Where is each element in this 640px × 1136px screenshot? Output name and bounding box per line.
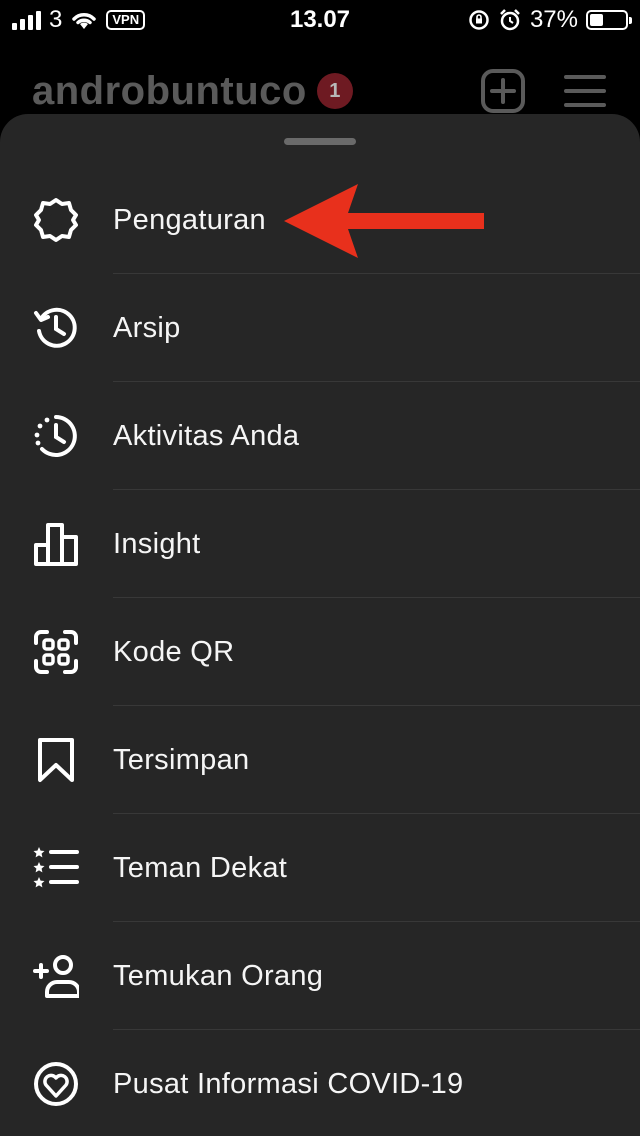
create-post-button[interactable] — [480, 68, 526, 114]
alarm-icon — [500, 9, 520, 31]
annotation-arrow — [284, 184, 484, 258]
menu-item-label: Pusat Informasi COVID-19 — [113, 1067, 464, 1100]
wifi-icon — [72, 13, 97, 29]
menu-item-label: Insight — [113, 527, 201, 560]
status-bar: 3 VPN 13.07 37% — [0, 0, 640, 40]
carrier-label: 3 — [49, 6, 63, 33]
qr-code-icon — [32, 628, 80, 676]
battery-level-fill — [590, 14, 603, 26]
cellular-signal-icon — [12, 10, 41, 30]
vpn-badge: VPN — [106, 10, 146, 30]
archive-history-icon — [32, 304, 80, 352]
menu-item-label: Pengaturan — [113, 203, 266, 236]
bar-chart-icon — [32, 520, 80, 568]
menu-list: Pengaturan Arsip Aktivitas Anda Insight … — [0, 166, 640, 1136]
bookmark-icon — [32, 736, 80, 784]
hamburger-menu-icon — [564, 75, 606, 107]
activity-clock-icon — [32, 412, 80, 460]
star-list-icon — [32, 844, 80, 892]
menu-item-label: Kode QR — [113, 635, 235, 668]
menu-item-teman-dekat[interactable]: Teman Dekat — [0, 814, 640, 922]
menu-item-kode-qr[interactable]: Kode QR — [0, 598, 640, 706]
sheet-grabber-handle[interactable] — [284, 138, 356, 145]
gear-icon — [32, 196, 80, 244]
menu-item-label: Tersimpan — [113, 743, 250, 776]
menu-item-label: Aktivitas Anda — [113, 419, 300, 452]
profile-username[interactable]: androbuntuco — [32, 69, 307, 114]
plus-square-icon — [481, 69, 525, 113]
menu-item-pusat-informasi-covid[interactable]: Pusat Informasi COVID-19 — [0, 1030, 640, 1136]
heart-circle-icon — [32, 1060, 80, 1108]
menu-item-aktivitas-anda[interactable]: Aktivitas Anda — [0, 382, 640, 490]
rotation-lock-icon — [469, 10, 489, 30]
menu-item-label: Temukan Orang — [113, 959, 324, 992]
menu-item-arsip[interactable]: Arsip — [0, 274, 640, 382]
menu-item-label: Arsip — [113, 311, 181, 344]
menu-item-label: Teman Dekat — [113, 851, 288, 884]
notification-badge: 1 — [316, 73, 353, 109]
options-bottom-sheet: Pengaturan Arsip Aktivitas Anda Insight … — [0, 114, 640, 1136]
menu-item-insight[interactable]: Insight — [0, 490, 640, 598]
menu-button[interactable] — [562, 68, 608, 114]
battery-icon — [586, 10, 632, 30]
add-person-icon — [32, 952, 80, 1000]
menu-item-temukan-orang[interactable]: Temukan Orang — [0, 922, 640, 1030]
status-time: 13.07 — [289, 6, 351, 33]
menu-item-tersimpan[interactable]: Tersimpan — [0, 706, 640, 814]
battery-percent: 37% — [529, 6, 578, 33]
